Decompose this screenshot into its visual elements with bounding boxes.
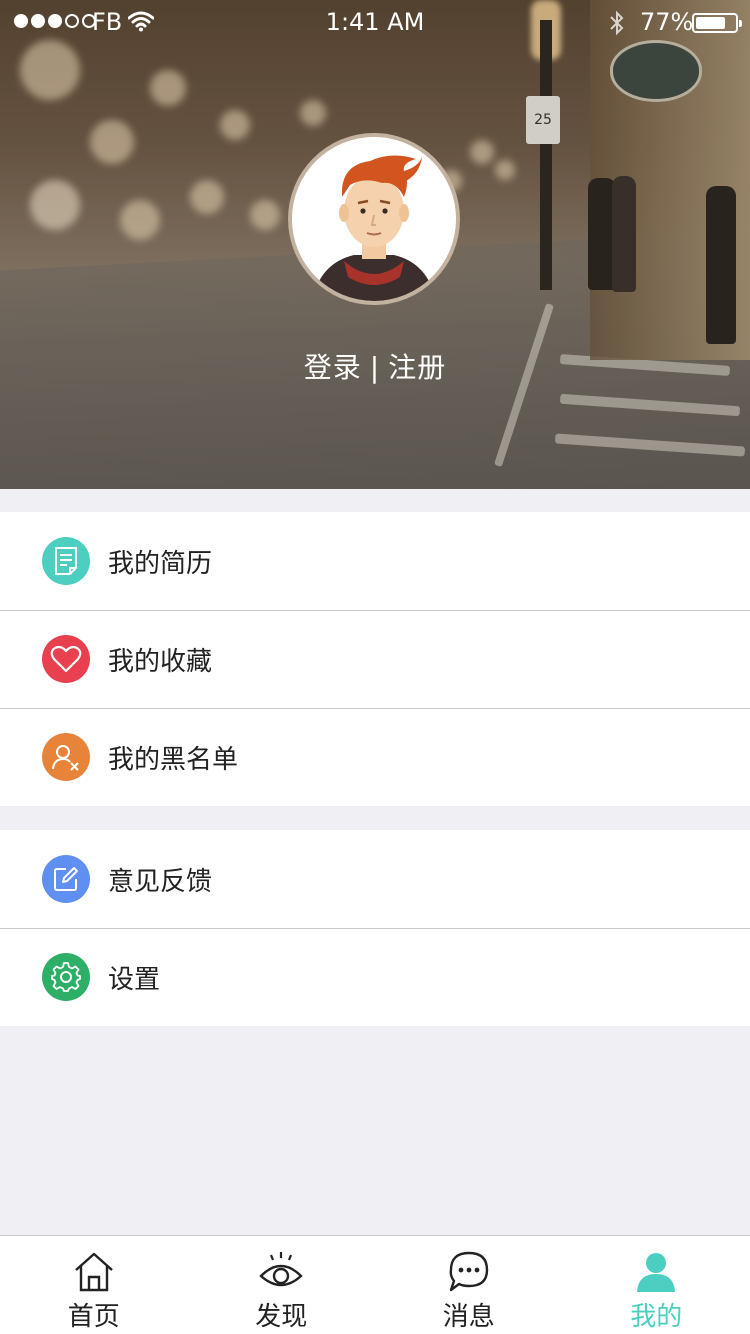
tab-messages[interactable]: 消息 (375, 1236, 563, 1334)
menu-item-feedback[interactable]: 意见反馈 (0, 830, 750, 928)
login-register: 登录 | 注册 (0, 346, 750, 386)
eye-icon (259, 1252, 303, 1287)
chat-bubble-icon (449, 1251, 488, 1292)
gear-icon (42, 953, 90, 1001)
battery-fill (696, 17, 725, 29)
profile-page: 25 FB 1:41 AM 77% 登录 | 注册 我的简历 我的收藏 我的黑名… (0, 0, 750, 1334)
tab-profile[interactable]: 我的 (563, 1236, 750, 1334)
menu-item-label: 我的收藏 (108, 646, 213, 677)
tab-label: 首页 (67, 1302, 120, 1332)
battery-percent: 77% (640, 8, 694, 36)
home-icon (74, 1252, 113, 1292)
heart-icon (42, 635, 90, 683)
menu-item-label: 我的简历 (108, 548, 213, 579)
tab-bar: 首页 发现 消息 我的 (0, 1235, 750, 1334)
menu-group-primary: 我的简历 我的收藏 我的黑名单 (0, 512, 750, 806)
tab-label: 我的 (630, 1302, 683, 1332)
menu-item-blacklist[interactable]: 我的黑名单 (0, 708, 750, 806)
menu-item-favorites[interactable]: 我的收藏 (0, 610, 750, 708)
resume-icon (42, 537, 90, 585)
tab-home[interactable]: 首页 (0, 1236, 188, 1334)
blacklist-user-icon (42, 733, 90, 781)
menu-item-resume[interactable]: 我的简历 (0, 512, 750, 610)
person-icon (637, 1253, 676, 1292)
feedback-edit-icon (42, 855, 90, 903)
user-avatar[interactable] (288, 133, 460, 305)
login-separator: | (369, 351, 381, 384)
menu-group-secondary: 意见反馈 设置 (0, 830, 750, 1026)
tab-discover[interactable]: 发现 (188, 1236, 376, 1334)
battery-icon (692, 13, 742, 33)
avatar-illustration (292, 137, 456, 301)
menu-item-label: 设置 (108, 964, 161, 995)
status-bar: FB 1:41 AM 77% (0, 0, 750, 44)
status-time: 1:41 AM (325, 8, 425, 36)
login-link[interactable]: 登录 (304, 351, 362, 384)
menu-item-settings[interactable]: 设置 (0, 928, 750, 1026)
menu-item-label: 意见反馈 (108, 866, 213, 897)
tab-label: 消息 (442, 1302, 495, 1332)
register-link[interactable]: 注册 (388, 351, 446, 384)
bluetooth-icon (608, 10, 626, 42)
tab-label: 发现 (255, 1302, 308, 1332)
menu-item-label: 我的黑名单 (108, 744, 239, 775)
